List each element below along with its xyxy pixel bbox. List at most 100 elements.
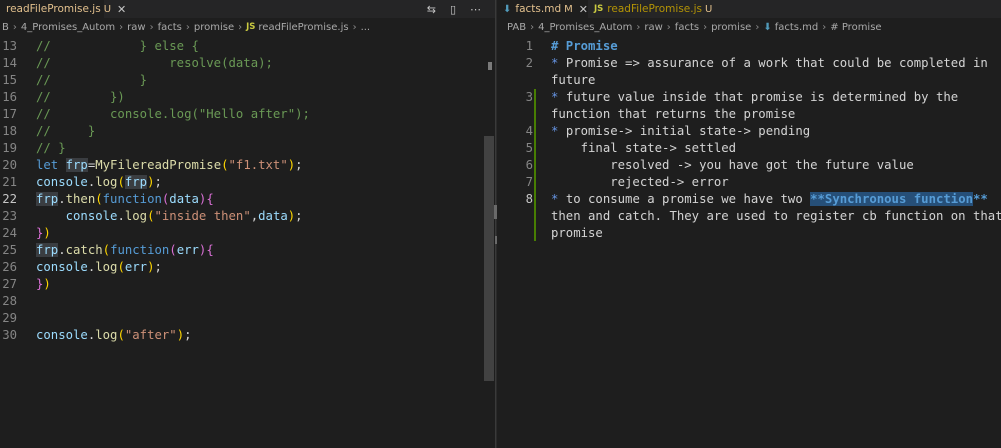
breadcrumb-item[interactable]: facts xyxy=(675,22,699,33)
code-line[interactable]: 23 console.log("inside then",data); xyxy=(0,208,495,225)
code-token: ; xyxy=(154,175,162,189)
breadcrumb-item[interactable]: PAB xyxy=(507,22,526,33)
code-line[interactable]: 20 let frp=MyFilereadPromise("f1.txt"); xyxy=(0,157,495,174)
breadcrumb-item[interactable]: raw xyxy=(644,22,662,33)
code-line[interactable]: 17 // console.log("Hello after"); xyxy=(0,106,495,123)
tab-facts-md[interactable]: ⬇ facts.md M ✕ xyxy=(497,0,588,18)
code-line[interactable]: 3 * future value inside that promise is d… xyxy=(497,89,1001,106)
breadcrumb-item[interactable]: # Promise xyxy=(830,22,881,33)
code-line[interactable]: 7 rejected-> error xyxy=(497,174,1001,191)
line-number: 27 xyxy=(2,277,17,291)
code-line[interactable]: 8 * to consume a promise we have two **Sy… xyxy=(497,191,1001,208)
line-number: 25 xyxy=(2,243,17,257)
code-line[interactable]: 28 xyxy=(0,293,495,310)
code-line[interactable]: 27}) xyxy=(0,276,495,293)
breadcrumb-item[interactable]: facts xyxy=(158,22,182,33)
close-icon[interactable]: ✕ xyxy=(579,3,588,16)
untracked-badge: U xyxy=(103,3,112,15)
code-token: ) xyxy=(43,226,51,240)
scrollbar-thumb[interactable] xyxy=(484,136,494,381)
line-number: 8 xyxy=(525,192,533,206)
breadcrumb-item[interactable]: ... xyxy=(361,22,371,33)
code-line[interactable]: 22 frp.then(function(data){ xyxy=(0,191,495,208)
tab-readfilepromise-js[interactable]: JS readFilePromise.js U xyxy=(588,0,712,18)
code-line[interactable]: 25 frp.catch(function(err){ xyxy=(0,242,495,259)
line-text: future xyxy=(551,72,595,89)
markdown-file-icon: ⬇ xyxy=(503,3,512,15)
code-line[interactable]: 6 resolved -> you have got the future va… xyxy=(497,157,1001,174)
line-number: 14 xyxy=(2,56,17,70)
line-number: 17 xyxy=(2,107,17,121)
code-line[interactable]: 26 console.log(err); xyxy=(0,259,495,276)
code-line[interactable]: 5 final state-> settled xyxy=(497,140,1001,157)
code-token: * xyxy=(551,124,566,138)
code-line[interactable]: 19 // } xyxy=(0,140,495,157)
code-line[interactable]: 4 * promise-> initial state-> pending xyxy=(497,123,1001,140)
compare-changes-icon[interactable]: ⇆ xyxy=(427,3,436,16)
breadcrumb-item[interactable]: promise xyxy=(711,22,751,33)
line-text: resolved -> you have got the future valu… xyxy=(551,157,914,174)
code-token: log xyxy=(95,260,118,274)
vertical-scrollbar[interactable] xyxy=(484,36,494,448)
code-line[interactable]: 2 * Promise => assurance of a work that c… xyxy=(497,55,1001,72)
code-line[interactable]: 16 // }) xyxy=(0,89,495,106)
code-line[interactable]: then and catch. They are used to registe… xyxy=(497,208,1001,225)
breadcrumb-item[interactable]: 4_Promises_Autom xyxy=(538,22,632,33)
breadcrumb-separator-icon: › xyxy=(149,21,154,33)
code-token: resolved -> you have got the future valu… xyxy=(551,158,914,172)
breadcrumb-separator-icon: › xyxy=(352,21,357,33)
line-number: 23 xyxy=(2,209,17,223)
code-line[interactable]: 24}) xyxy=(0,225,495,242)
line-number: 26 xyxy=(2,260,17,274)
code-line[interactable]: 30 console.log("after"); xyxy=(0,327,495,344)
code-line[interactable]: 29 xyxy=(0,310,495,327)
breadcrumb-item[interactable]: promise xyxy=(194,22,234,33)
code-token: ; xyxy=(154,260,162,274)
breadcrumb-separator-icon: › xyxy=(703,21,708,33)
code-token: then and catch. They are used to registe… xyxy=(551,209,1001,223)
code-line[interactable]: function that returns the promise xyxy=(497,106,1001,123)
line-text: function that returns the promise xyxy=(551,106,795,123)
line-text: console.log(err); xyxy=(36,259,162,276)
line-text: * to consume a promise we have two **Syn… xyxy=(551,191,988,208)
code-line[interactable]: 13 // } else { xyxy=(0,38,495,55)
code-token: # Promise xyxy=(551,39,618,53)
more-actions-icon[interactable]: ⋯ xyxy=(470,3,481,16)
breadcrumb-item[interactable]: readFilePromise.js xyxy=(258,22,348,33)
line-text: final state-> settled xyxy=(551,140,736,157)
breadcrumb-separator-icon: › xyxy=(822,21,827,33)
split-editor-icon[interactable]: ▯ xyxy=(450,3,456,16)
line-text: console.log("after"); xyxy=(36,327,192,344)
code-token: ; xyxy=(295,209,303,223)
close-icon[interactable]: ✕ xyxy=(117,3,126,16)
code-token: * xyxy=(551,90,566,104)
code-token: log xyxy=(124,209,148,223)
breadcrumb-item[interactable]: B xyxy=(2,22,9,33)
line-number: 13 xyxy=(2,39,17,53)
line-text: // } xyxy=(36,72,147,89)
code-line[interactable]: 1 # Promise xyxy=(497,38,1001,55)
tab-readfilepromise-js[interactable]: readFilePromise.js U ✕ xyxy=(0,0,126,18)
line-number: 21 xyxy=(2,175,17,189)
breadcrumb-item[interactable]: facts.md xyxy=(775,22,819,33)
code-token: err xyxy=(176,243,199,257)
code-line[interactable]: promise xyxy=(497,225,1001,242)
code-line[interactable]: future xyxy=(497,72,1001,89)
line-number: 3 xyxy=(525,90,533,104)
breadcrumb-item[interactable]: raw xyxy=(127,22,145,33)
code-line[interactable]: 14 // resolve(data); xyxy=(0,55,495,72)
code-line[interactable]: 15 // } xyxy=(0,72,495,89)
code-token: // console.log("Hello after"); xyxy=(36,107,310,121)
breadcrumb-separator-icon: › xyxy=(12,21,17,33)
code-token: console xyxy=(36,175,88,189)
code-token: frp xyxy=(36,243,59,257)
breadcrumb-separator-icon: › xyxy=(119,21,124,33)
code-token: frp xyxy=(65,158,88,172)
line-number: 19 xyxy=(2,141,17,155)
code-line[interactable]: 18 // } xyxy=(0,123,495,140)
code-line[interactable]: 21 console.log(frp); xyxy=(0,174,495,191)
breadcrumb-item[interactable]: 4_Promises_Autom xyxy=(21,22,115,33)
code-token: let xyxy=(36,158,66,172)
code-token: { xyxy=(206,243,214,257)
breadcrumb-separator-icon: › xyxy=(666,21,671,33)
